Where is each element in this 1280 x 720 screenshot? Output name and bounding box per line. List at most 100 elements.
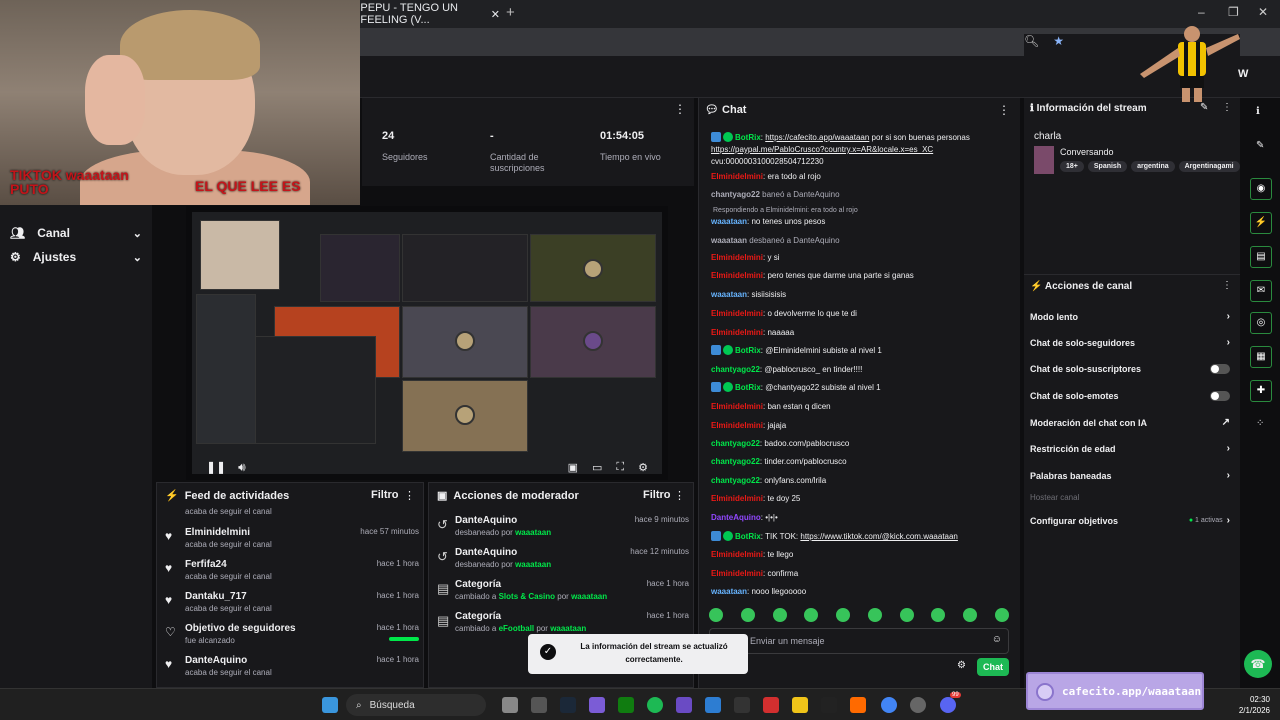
chat-username[interactable]: BotRix — [735, 532, 761, 541]
chat-icon[interactable]: ✉ — [1250, 280, 1272, 302]
emote-icon[interactable] — [804, 608, 819, 622]
emote-icon[interactable] — [867, 608, 882, 622]
maximize-button[interactable]: ❐ — [1228, 5, 1239, 19]
chat-username[interactable]: Elminidelmini — [711, 172, 763, 181]
start-icon[interactable] — [322, 697, 338, 713]
taskbar-search[interactable]: ⌕ Búsqueda — [346, 694, 486, 716]
chat-username[interactable]: Elminidelmini — [711, 271, 763, 280]
chat-settings-icon[interactable]: ⚙ — [957, 660, 966, 671]
emotes-only-toggle[interactable] — [1210, 391, 1230, 401]
app-icon[interactable] — [705, 697, 721, 713]
filter-button[interactable]: Filtro — [643, 489, 671, 501]
emoji-icon[interactable]: ☺ — [992, 634, 1002, 645]
chat-username[interactable]: chantyago22 — [711, 190, 760, 199]
chat-username[interactable]: waaataan — [711, 236, 747, 245]
action-ai-moderation[interactable]: Moderación del chat con IA ↗ — [1030, 417, 1230, 428]
tag[interactable]: 18+ — [1060, 161, 1084, 172]
edit-icon[interactable]: ✎ — [1200, 102, 1208, 113]
folder-icon[interactable] — [792, 697, 808, 713]
chat-username[interactable]: BotRix — [735, 133, 761, 142]
chat-username[interactable]: Elminidelmini — [711, 550, 763, 559]
steam-icon[interactable] — [560, 697, 576, 713]
subs-only-toggle[interactable] — [1210, 364, 1230, 374]
bolt-icon[interactable]: ⚡ — [1250, 212, 1272, 234]
chat-username[interactable]: BotRix — [735, 383, 761, 392]
more-options-icon[interactable]: ⋮ — [1222, 280, 1232, 291]
chat-username[interactable]: DanteAquino — [711, 513, 761, 522]
app-icon[interactable] — [763, 697, 779, 713]
chat-username[interactable]: waaataan — [711, 290, 747, 299]
chat-username[interactable]: chantyago22 — [711, 457, 760, 466]
fullscreen-icon[interactable]: ⛶ — [616, 461, 624, 474]
tag[interactable]: Spanish — [1087, 161, 1128, 172]
chat-username[interactable]: Elminidelmini — [711, 494, 763, 503]
tag[interactable]: argentina — [1131, 161, 1175, 172]
broadcast-icon[interactable]: ◎ — [1250, 312, 1272, 334]
chat-username[interactable]: Elminidelmini — [711, 253, 763, 262]
chat-send-button[interactable]: Chat — [977, 658, 1009, 676]
app-icon[interactable] — [821, 697, 837, 713]
document-icon[interactable]: ▤ — [1250, 246, 1272, 268]
sidebar-item-ajustes[interactable]: ⚙ Ajustes ⌄ — [10, 250, 142, 264]
action-followers-only[interactable]: Chat de solo-seguidores › — [1030, 337, 1230, 348]
close-tab-icon[interactable]: ✕ — [491, 8, 500, 21]
pause-icon[interactable]: ❚❚ — [206, 460, 226, 474]
chrome-icon[interactable] — [881, 697, 897, 713]
epic-games-icon[interactable] — [734, 697, 750, 713]
support-icon[interactable]: ☎ — [1244, 650, 1272, 678]
action-age-restriction[interactable]: Restricción de edad › — [1030, 443, 1230, 454]
more-options-icon[interactable]: ⋮ — [674, 489, 685, 502]
edit-icon[interactable]: ✎ — [1256, 140, 1264, 151]
layout-icon[interactable]: ▦ — [1250, 346, 1272, 368]
app-icon[interactable] — [676, 697, 692, 713]
chat-username[interactable]: Elminidelmini — [711, 328, 763, 337]
chat-username[interactable]: Elminidelmini — [711, 309, 763, 318]
more-options-icon[interactable]: ⋮ — [1222, 102, 1232, 113]
close-window-button[interactable]: ✕ — [1258, 5, 1268, 19]
new-tab-button[interactable]: + — [506, 4, 515, 21]
action-slow-mode[interactable]: Modo lento › — [1030, 311, 1230, 322]
apps-icon[interactable]: ⁘ — [1256, 418, 1264, 429]
chat-username[interactable]: waaataan — [711, 587, 747, 596]
chat-username[interactable]: Elminidelmini — [711, 421, 763, 430]
spotify-icon[interactable] — [647, 697, 663, 713]
emote-icon[interactable] — [931, 608, 946, 622]
more-options-icon[interactable]: ⋮ — [998, 103, 1010, 117]
chat-link[interactable]: https://cafecito.app/waaataan — [765, 133, 869, 142]
chat-username[interactable]: Elminidelmini — [711, 402, 763, 411]
chat-username[interactable]: chantyago22 — [711, 476, 760, 485]
store-icon[interactable] — [531, 697, 547, 713]
cafecito-banner[interactable]: cafecito.app/waaataan — [1026, 672, 1204, 710]
tools-icon[interactable]: ✚ — [1250, 380, 1272, 402]
task-view-icon[interactable] — [502, 697, 518, 713]
action-goals[interactable]: Configurar objetivos ● 1 activas › — [1030, 515, 1230, 526]
taskbar-clock[interactable]: 02:30 2/1/2026 — [1239, 694, 1270, 716]
app-icon[interactable] — [589, 697, 605, 713]
minimize-button[interactable]: – — [1198, 5, 1205, 19]
chat-link[interactable]: https://paypal.me/PabloCrusco?country.x=… — [711, 145, 933, 154]
xbox-icon[interactable] — [618, 697, 634, 713]
chat-link[interactable]: https://www.tiktok.com/@kick.com.waaataa… — [800, 532, 958, 541]
stream-preview[interactable] — [186, 206, 668, 480]
obs-icon[interactable] — [910, 697, 926, 713]
discord-icon[interactable] — [940, 697, 956, 713]
pip-icon[interactable]: ▣ — [568, 461, 578, 474]
emote-icon[interactable] — [836, 608, 851, 622]
chat-username[interactable]: chantyago22 — [711, 365, 760, 374]
emote-icon[interactable] — [994, 608, 1009, 622]
chat-username[interactable]: waaataan — [711, 217, 747, 226]
settings-icon[interactable]: ⚙ — [638, 461, 648, 474]
stream-category[interactable]: Conversando — [1060, 147, 1114, 157]
info-icon[interactable]: ℹ — [1256, 106, 1260, 117]
sidebar-item-canal[interactable]: 👥︎ Canal ⌄ — [10, 226, 142, 240]
action-banned-words[interactable]: Palabras baneadas › — [1030, 470, 1230, 481]
tag[interactable]: Argentinagami — [1178, 161, 1240, 172]
app-icon[interactable] — [850, 697, 866, 713]
chat-username[interactable]: chantyago22 — [711, 439, 760, 448]
emote-icon[interactable] — [772, 608, 787, 622]
volume-icon[interactable]: 🔊︎ — [238, 460, 246, 475]
chat-username[interactable]: BotRix — [735, 346, 761, 355]
emote-icon[interactable] — [709, 608, 723, 622]
more-options-icon[interactable]: ⋮ — [674, 102, 686, 116]
emote-icon[interactable] — [963, 608, 978, 622]
